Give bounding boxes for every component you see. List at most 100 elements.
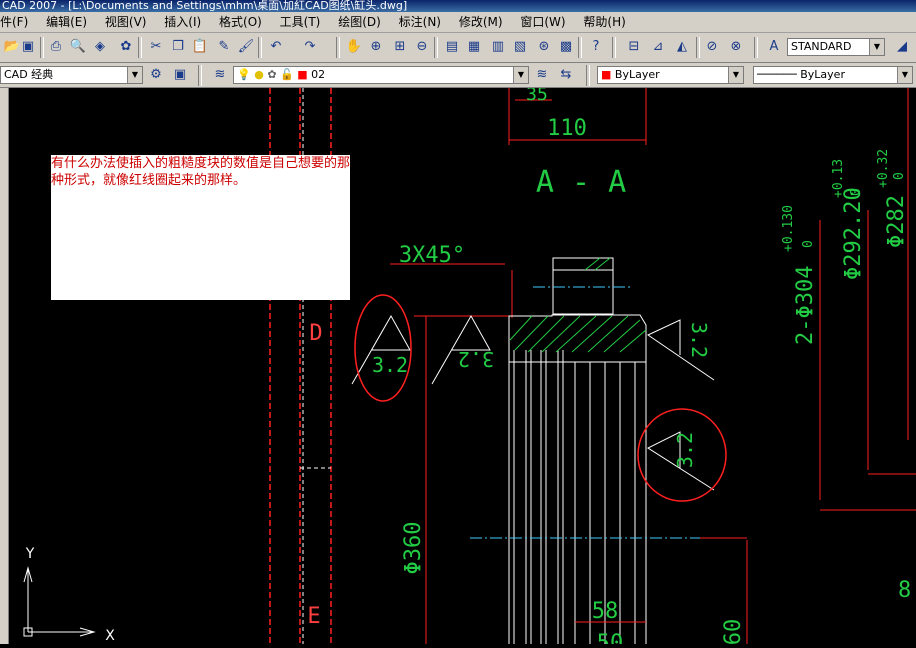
linetype-sample: ────── [757, 68, 797, 81]
text-style-icon[interactable]: A [764, 37, 784, 57]
toolbar-separator [586, 65, 590, 86]
chevron-down-icon[interactable]: ▼ [513, 67, 528, 83]
tool-palettes-icon[interactable]: ▥ [488, 37, 508, 57]
layer-value: 02 [311, 68, 326, 81]
workspace-combo[interactable]: CAD 经典 ▼ [0, 66, 143, 84]
dim-diameter-360: Φ360 [401, 522, 426, 575]
publish-icon[interactable]: ◈ [90, 37, 110, 57]
question-note: 有什么办法使插入的粗糙度块的数值是自己想要的那种形式，就像红线圈起来的那样。 [51, 155, 350, 300]
paste-icon[interactable]: 📋 [190, 37, 210, 57]
color-value: ByLayer [614, 68, 660, 81]
block-editor-icon[interactable]: 🖌 [236, 37, 256, 57]
layer-thaw-icon: ● [254, 68, 264, 81]
dim-aligned-icon[interactable]: ⊿ [648, 37, 668, 57]
save-icon[interactable]: ▣ [18, 37, 38, 57]
chevron-down-icon[interactable]: ▼ [869, 39, 884, 55]
zoom-previous-icon[interactable]: ⊖ [412, 37, 432, 57]
redo-icon[interactable]: ↷ [300, 37, 320, 57]
menu-edit[interactable]: 编辑(E) [46, 12, 87, 33]
workspace-settings-icon[interactable]: ⚙ [146, 65, 166, 85]
dim-update-icon[interactable]: ⊗ [726, 37, 746, 57]
menu-draw[interactable]: 绘图(D) [338, 12, 381, 33]
menu-modify[interactable]: 修改(M) [459, 12, 503, 33]
toolbar-separator [138, 37, 142, 58]
dim-edit-icon[interactable]: ⊘ [702, 37, 722, 57]
menu-format[interactable]: 格式(O) [219, 12, 262, 33]
zoom-realtime-icon[interactable]: ⊕ [366, 37, 386, 57]
text-style-value: STANDARD [791, 40, 852, 53]
chevron-down-icon[interactable]: ▼ [897, 67, 912, 83]
match-properties-icon[interactable]: ✎ [214, 37, 234, 57]
sheet-set-icon[interactable]: ▧ [510, 37, 530, 57]
zoom-window-icon[interactable]: ⊞ [390, 37, 410, 57]
design-center-icon[interactable]: ▦ [464, 37, 484, 57]
roughness-value-4: 3.2 [673, 432, 697, 468]
chevron-down-icon[interactable]: ▼ [127, 67, 142, 83]
calculator-icon[interactable]: ▩ [556, 37, 576, 57]
color-combo[interactable]: ■ ByLayer ▼ [597, 66, 744, 84]
layers-toolbar: CAD 经典 ▼ ⚙ ▣ ≋ 💡 ● ✿ 🔓 ■ 02 ▼ ≋ ⇆ ■ ByLa… [0, 63, 916, 88]
menu-window[interactable]: 窗口(W) [520, 12, 565, 33]
workspace-save-icon[interactable]: ▣ [170, 65, 190, 85]
toolbar-separator [198, 65, 202, 86]
menu-tools[interactable]: 工具(T) [280, 12, 321, 33]
layer-viewport-icon: ✿ [267, 68, 277, 81]
dim-60: 60 [721, 619, 746, 644]
roughness-value-2: 3.2 [458, 347, 494, 371]
dim-style-icon[interactable]: ◭ [672, 37, 692, 57]
markup-icon[interactable]: ⊛ [534, 37, 554, 57]
ucs-x-label: X [105, 628, 115, 644]
section-letter-d: D [309, 321, 322, 346]
workspace-value: CAD 经典 [4, 68, 54, 81]
chevron-down-icon[interactable]: ▼ [728, 67, 743, 83]
dim-diameter-282: Φ282 [884, 195, 909, 248]
menu-insert[interactable]: 插入(I) [164, 12, 201, 33]
cut-icon[interactable]: ✂ [146, 37, 166, 57]
menu-file[interactable]: 件(F) [0, 12, 28, 33]
properties-icon[interactable]: ▤ [442, 37, 462, 57]
tol-292-lower: 0 [849, 188, 864, 196]
layer-lock-icon: 🔓 [280, 68, 294, 81]
toolbar-separator [258, 37, 262, 58]
hatch-pattern [509, 257, 647, 353]
color-swatch: ■ [601, 68, 612, 81]
dim-58: 58 [592, 599, 619, 624]
make-layer-current-icon[interactable]: ≋ [532, 65, 552, 85]
section-label: A - A [536, 165, 626, 200]
standard-toolbar: 📂 ▣ ⎙ 🔍 ◈ ✿ ✂ ❐ 📋 ✎ 🖌 ↶ ↷ ✋ ⊕ ⊞ ⊖ ▤ ▦ ▥ … [0, 33, 916, 63]
left-dock [0, 88, 9, 644]
pan-icon[interactable]: ✋ [344, 37, 364, 57]
tol-292-upper: +0.13 [831, 159, 846, 198]
dim-style-manager-icon[interactable]: ◢ [892, 37, 912, 57]
text-style-combo[interactable]: STANDARD ▼ [787, 38, 885, 56]
menu-view[interactable]: 视图(V) [105, 12, 147, 33]
dim-linear-icon[interactable]: ⊟ [624, 37, 644, 57]
menu-help[interactable]: 帮助(H) [583, 12, 625, 33]
menu-bar: 件(F) 编辑(E) 视图(V) 插入(I) 格式(O) 工具(T) 绘图(D)… [0, 12, 916, 33]
undo-icon[interactable]: ↶ [266, 37, 286, 57]
dim-diameter-304: 2-Φ304 [793, 266, 818, 345]
print-icon[interactable]: ⎙ [46, 37, 66, 57]
tol-304-upper: +0.130 [781, 205, 796, 252]
layer-color-swatch: ■ [297, 68, 308, 81]
window-title: CAD 2007 - [L:\Documents and Settings\mh… [0, 0, 916, 12]
dim-110: 110 [547, 116, 587, 141]
linetype-combo[interactable]: ────── ByLayer ▼ [753, 66, 913, 84]
chamfer-leader [390, 263, 514, 644]
preview-icon[interactable]: 🔍 [68, 37, 88, 57]
tol-304-lower: 0 [801, 240, 816, 248]
roughness-symbols [351, 314, 715, 491]
toolbar-separator [40, 37, 44, 58]
toolbar-separator [696, 37, 700, 58]
right-dimension-lines [819, 88, 916, 511]
layer-manager-icon[interactable]: ≋ [210, 65, 230, 85]
plot-icon[interactable]: ✿ [116, 37, 136, 57]
section-letter-e: E [307, 604, 320, 629]
dim-35: 35 [526, 88, 548, 105]
copy-icon[interactable]: ❐ [168, 37, 188, 57]
help-icon[interactable]: ? [586, 37, 606, 57]
layer-previous-icon[interactable]: ⇆ [556, 65, 576, 85]
layer-combo[interactable]: 💡 ● ✿ 🔓 ■ 02 ▼ [233, 66, 529, 84]
menu-dimension[interactable]: 标注(N) [399, 12, 441, 33]
toolbar-separator [612, 37, 616, 58]
